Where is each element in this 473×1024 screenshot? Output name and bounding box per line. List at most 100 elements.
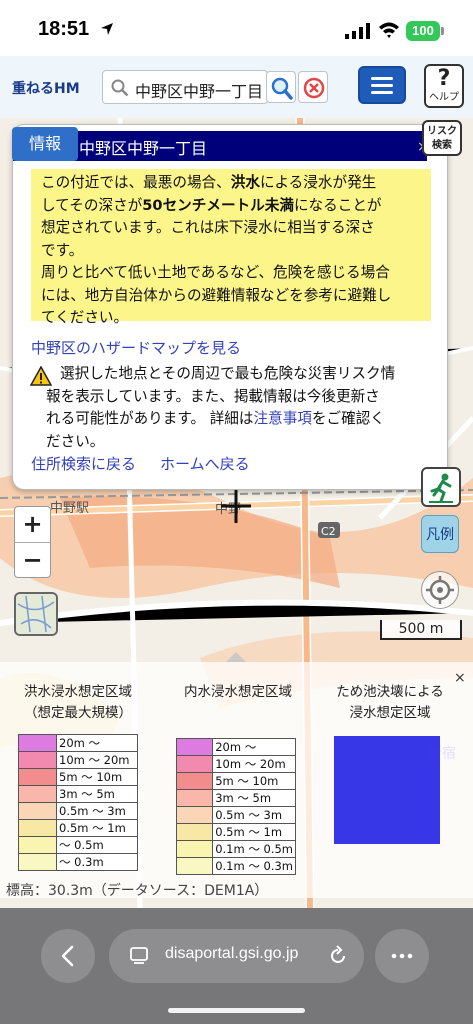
warn-p6: には、地方自治体からの避難情報などを参考に避難し [41, 286, 392, 304]
legend-label: 10m 〜 20m [56, 751, 138, 769]
hazard-map-link[interactable]: 中野区のハザードマップを見る [31, 337, 241, 358]
browser-toolbar: disaportal.gsi.go.jp [0, 908, 473, 1024]
legend-button[interactable]: 凡例 [421, 515, 459, 553]
legend-row: 〜 0.3m [18, 853, 138, 871]
cellular-signal-icon [345, 23, 370, 39]
legend-swatch [18, 785, 57, 803]
menu-button[interactable] [358, 66, 406, 104]
search-value: 中野区中野一丁目 [135, 82, 264, 101]
address-bar[interactable]: disaportal.gsi.go.jp [109, 929, 364, 983]
page-icon [130, 947, 148, 964]
disclaimer-text: 選択した地点とその周辺で最も危険な災害リスク情 報を表示しています。また、掲載情… [30, 363, 440, 453]
help-label: ヘルプ [429, 92, 459, 103]
warn-p2c: になることが [293, 196, 382, 214]
zoom-out-button[interactable]: − [15, 543, 50, 578]
legend-label: 0.5m 〜 1m [56, 819, 138, 837]
inland-legend-title: 内水浸水想定区域 [184, 684, 292, 700]
search-button[interactable] [266, 71, 296, 103]
evacuation-button[interactable] [421, 467, 461, 507]
search-go-icon [271, 77, 293, 100]
legend-row: 20m 〜 [18, 734, 138, 752]
brand-title[interactable]: 重ねるHM [12, 78, 80, 98]
flood-title-line1: 洪水浸水想定区域 [24, 684, 132, 700]
legend-label: 〜 0.3m [56, 853, 138, 871]
legend-row: 3m 〜 5m [175, 789, 296, 807]
legend-label: 5m 〜 10m [56, 768, 138, 786]
legend-swatch [175, 823, 214, 841]
legend-row: 0.5m 〜 3m [175, 806, 296, 824]
legend-swatch [18, 853, 57, 871]
legend-label: 0.5m 〜 1m [212, 823, 296, 841]
search-icon [111, 79, 129, 97]
legend-row: 0.1m 〜 0.5m [175, 840, 296, 858]
address-search-input[interactable]: 中野区中野一丁目 [102, 70, 268, 104]
hazard-warning-box: この付近では、最悪の場合、洪水による浸水が発生 してその深さが50センチメートル… [31, 169, 431, 326]
legend-swatch [175, 840, 214, 858]
legend-row: 5m 〜 10m [18, 768, 138, 786]
warn-p4: です。 [41, 241, 84, 259]
legend-expand-arrow[interactable] [226, 652, 246, 662]
legend-label: 〜 0.5m [56, 836, 138, 854]
help-button[interactable]: ? ヘルプ [424, 64, 464, 108]
back-to-search-link[interactable]: 住所検索に戻る [31, 455, 136, 473]
info-panel: 中野区中野一丁目 × この付近では、最悪の場合、洪水による浸水が発生 してその深… [12, 124, 448, 490]
pond-legend-title: ため池決壊による 浸水想定区域 [320, 682, 460, 724]
inland-legend-table: 20m 〜 10m 〜 20m 5m 〜 10m 3m 〜 5m 0.5m 〜 3m 0.… [175, 738, 296, 875]
browser-back-button[interactable] [41, 929, 95, 983]
note-line-3b: をご確認く [311, 410, 385, 427]
legend-label: 0.1m 〜 0.5m [212, 840, 296, 858]
caution-notes-link[interactable]: 注意事項 [254, 410, 312, 427]
map-scale: 500 m [380, 620, 462, 640]
more-options-button[interactable] [375, 929, 429, 983]
zoom-control: + − [14, 506, 51, 578]
legend-row: 0.1m 〜 0.3m [175, 857, 296, 875]
legend-row: 10m 〜 20m [175, 755, 296, 773]
current-location-button[interactable] [421, 571, 459, 609]
legend-row: 5m 〜 10m [175, 772, 296, 790]
legend-swatch [175, 857, 214, 875]
warn-p5: 周りと比べて低い土地であるなど、危険を感じる場合 [41, 264, 390, 281]
ellipsis-icon [391, 953, 413, 959]
chevron-left-icon [61, 945, 74, 967]
legend-label: 0.5m 〜 3m [212, 806, 296, 824]
note-line-4: ださい。 [46, 432, 105, 450]
map-label-road: C2 [321, 525, 336, 538]
url-text: disaportal.gsi.go.jp [165, 945, 299, 962]
clear-icon [303, 77, 325, 99]
risk-search-button[interactable]: リスク 検索 [422, 120, 462, 156]
reload-icon[interactable] [327, 945, 349, 967]
legend-swatch [18, 819, 57, 837]
pond-legend-swatch [334, 736, 440, 844]
status-bar: 18:51 100 [0, 0, 473, 56]
map-label-station: 中野駅 [50, 501, 89, 516]
menu-icon-bar [371, 84, 393, 87]
zoom-in-button[interactable]: + [15, 507, 50, 542]
clear-search-button[interactable] [298, 71, 328, 103]
legend-swatch [18, 751, 57, 769]
gps-icon [426, 576, 454, 604]
basemap-thumbnail-icon [16, 594, 56, 634]
legend-label: 20m 〜 [56, 734, 138, 752]
legend-label: 3m 〜 5m [212, 789, 296, 807]
back-to-home-link[interactable]: ホームへ戻る [160, 455, 250, 473]
flood-legend-table: 20m 〜 10m 〜 20m 5m 〜 10m 3m 〜 5m 0.5m 〜 3m 0.… [18, 734, 138, 871]
basemap-switch-button[interactable] [14, 592, 58, 636]
info-tab[interactable]: 情報 [12, 127, 78, 161]
home-indicator [168, 1008, 305, 1013]
legend-swatch [175, 755, 214, 773]
app-toolbar: 重ねるHM 中野区中野一丁目 ? ヘルプ [0, 56, 473, 118]
legend-row: 10m 〜 20m [18, 751, 138, 769]
legend-swatch [18, 802, 57, 820]
battery-tip [441, 27, 444, 35]
elevation-readout: 標高：30.3m（データソース：DEM1A） [6, 883, 269, 899]
legend-row: 0.5m 〜 1m [18, 819, 138, 837]
warn-p1b: 洪水 [230, 174, 260, 191]
legend-row: 〜 0.5m [18, 836, 138, 854]
note-line-2: 報を表示しています。また、掲載情報は今後更新さ [46, 387, 380, 405]
pond-title-line2: 浸水想定区域 [349, 705, 431, 721]
legend-label: 0.5m 〜 3m [56, 802, 138, 820]
legend-label: 20m 〜 [212, 738, 296, 756]
risk-label-1: リスク [427, 126, 457, 137]
help-icon: ? [437, 66, 451, 91]
risk-label-2: 検索 [432, 140, 452, 151]
